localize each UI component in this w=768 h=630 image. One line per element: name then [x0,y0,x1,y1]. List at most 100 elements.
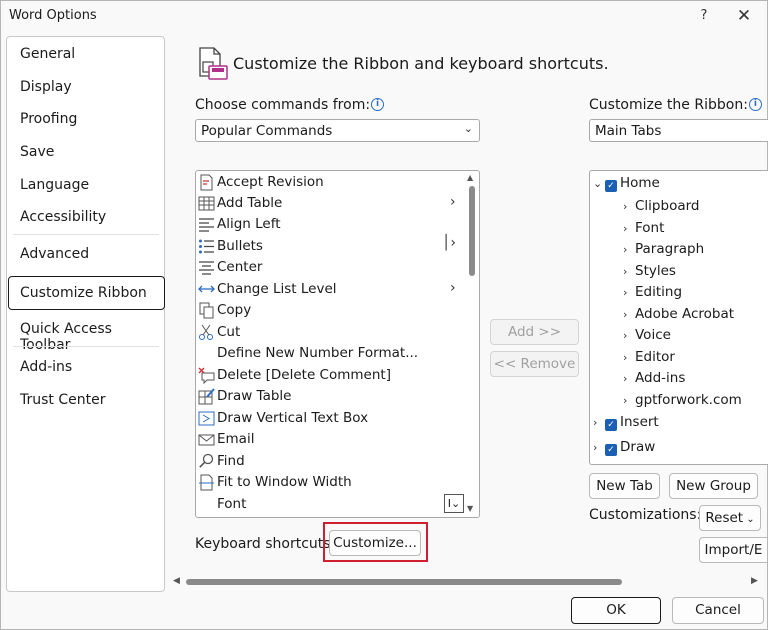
word-options-dialog: Word Options ? ✕ General Display Proofin… [0,0,768,630]
tree-item-group[interactable]: › Styles [623,263,676,279]
add-button[interactable]: Add >> [490,319,579,345]
align-left-icon [199,218,214,232]
chevron-down-icon: ⌄ [743,514,755,525]
tree-item-draw[interactable]: › ✓ Draw [593,439,655,456]
list-item[interactable]: Fit to Window Width [196,472,464,493]
list-item[interactable]: Find [196,451,464,472]
scroll-thumb[interactable] [186,579,622,585]
chevron-right-icon: › [593,441,598,454]
nav-item-display[interactable]: Display [20,79,72,95]
tree-item-insert[interactable]: › ✓ Insert [593,414,659,431]
nav-item-general[interactable]: General [20,46,75,62]
split-chevron-icon: │› [442,235,457,251]
nav-item-advanced[interactable]: Advanced [20,246,89,262]
nav-item-accessibility[interactable]: Accessibility [20,209,106,225]
scroll-left-arrow-icon[interactable]: ◀ [173,576,180,586]
nav-item-save[interactable]: Save [20,144,54,160]
table-icon [198,196,215,211]
choose-commands-dropdown[interactable]: Popular Commands ⌄ [195,119,480,142]
scroll-up-arrow-icon[interactable]: ▲ [467,173,473,182]
chevron-right-icon: › [450,280,456,296]
list-item[interactable]: Change List Level › [196,279,464,300]
keyboard-shortcuts-label: Keyboard shortcuts: [195,536,336,552]
checkbox-checked-icon: ✓ [605,444,617,456]
reset-button[interactable]: Reset ⌄ [699,505,761,531]
cancel-button[interactable]: Cancel [672,597,764,624]
list-item[interactable]: Draw Table [196,386,464,407]
list-item[interactable]: Email [196,429,464,450]
list-item[interactable]: Center [196,257,464,278]
remove-button[interactable]: << Remove [490,351,579,377]
nav-item-trust-center[interactable]: Trust Center [20,392,105,408]
help-button[interactable]: ? [689,3,719,29]
import-export-button[interactable]: Import/E [699,537,767,563]
chevron-right-icon: › [623,308,628,321]
nav-divider [13,346,159,347]
list-item[interactable]: Bullets │› [196,235,464,257]
list-item[interactable]: Font [196,494,464,515]
tree-item-group[interactable]: › Voice [623,327,671,343]
ribbon-tree[interactable]: ⌄ ✓ Home › Clipboard › Font › Paragraph › Styl… [589,170,768,465]
chevron-right-icon: › [593,416,598,429]
page-title: Customize the Ribbon and keyboard shortc… [233,54,609,73]
info-icon: i [748,98,762,111]
nav-divider [13,234,159,235]
chevron-down-icon: ⌄ [463,122,473,135]
list-item[interactable]: Define New Number Format... [196,343,464,364]
list-item[interactable]: Add Table › [196,193,464,214]
scroll-thumb[interactable] [469,186,475,276]
commands-listbox[interactable]: Accept Revision Add Table › Align Left B… [195,170,480,518]
new-group-button[interactable]: New Group [669,473,758,499]
scroll-right-arrow-icon[interactable]: ▶ [751,576,758,586]
tree-item-group[interactable]: › Add-ins [623,370,685,386]
email-icon [198,434,215,446]
chevron-right-icon: › [623,222,628,235]
close-button[interactable]: ✕ [729,3,759,29]
chevron-right-icon: › [623,394,628,407]
fit-width-icon [199,474,214,491]
text-box-icon [198,411,215,426]
list-item[interactable]: Delete [Delete Comment] [196,365,464,386]
ribbon-tabs-dropdown[interactable]: Main Tabs [589,119,768,142]
chevron-down-icon: ⌄ [593,177,603,190]
tree-item-group[interactable]: › Paragraph [623,241,704,257]
chevron-right-icon: › [450,194,456,210]
new-tab-button[interactable]: New Tab [589,473,660,499]
nav-item-add-ins[interactable]: Add-ins [20,359,72,375]
copy-icon [199,302,214,319]
list-item[interactable]: Draw Vertical Text Box [196,408,464,429]
tree-item-group[interactable]: › Adobe Acrobat [623,306,734,322]
center-align-icon [199,261,214,275]
checkbox-checked-icon: ✓ [605,419,617,431]
chevron-right-icon: › [623,372,628,385]
list-item[interactable]: Accept Revision [196,172,464,193]
dropdown-value: Popular Commands [201,123,333,139]
tree-item-group[interactable]: › Editing [623,284,682,300]
nav-item-proofing[interactable]: Proofing [20,111,77,127]
nav-item-quick-access-toolbar[interactable]: Quick Access Toolbar [20,321,164,353]
tree-item-group[interactable]: › Font [623,220,664,236]
nav-item-language[interactable]: Language [20,177,89,193]
horizontal-scrollbar[interactable]: ◀ ▶ [173,575,763,589]
chevron-right-icon: › [623,243,628,256]
scroll-down-arrow-icon[interactable]: ▼ [467,504,473,513]
choose-commands-label: Choose commands from: i [195,97,385,113]
ok-button[interactable]: OK [571,597,661,624]
commands-scrollbar[interactable]: ▲ ▼ [466,172,478,516]
dropdown-value: Main Tabs [595,123,662,139]
list-item[interactable]: Align Left [196,214,464,235]
font-selector-icon: I⌄ [444,494,464,513]
category-nav: General Display Proofing Save Language A… [6,36,165,592]
nav-item-customize-ribbon[interactable]: Customize Ribbon [8,276,165,310]
list-item[interactable]: Cut [196,322,464,343]
tree-item-group[interactable]: › Clipboard [623,198,699,214]
accept-revision-icon [200,174,213,191]
bullets-icon [199,239,214,254]
tree-item-group[interactable]: › Editor [623,349,675,365]
list-item[interactable]: Copy [196,300,464,321]
tree-item-group[interactable]: › gptforwork.com [623,392,742,408]
chevron-right-icon: › [623,265,628,278]
tree-item-home[interactable]: ⌄ ✓ Home [593,175,660,192]
find-icon [199,453,214,468]
chevron-right-icon: › [623,329,628,342]
